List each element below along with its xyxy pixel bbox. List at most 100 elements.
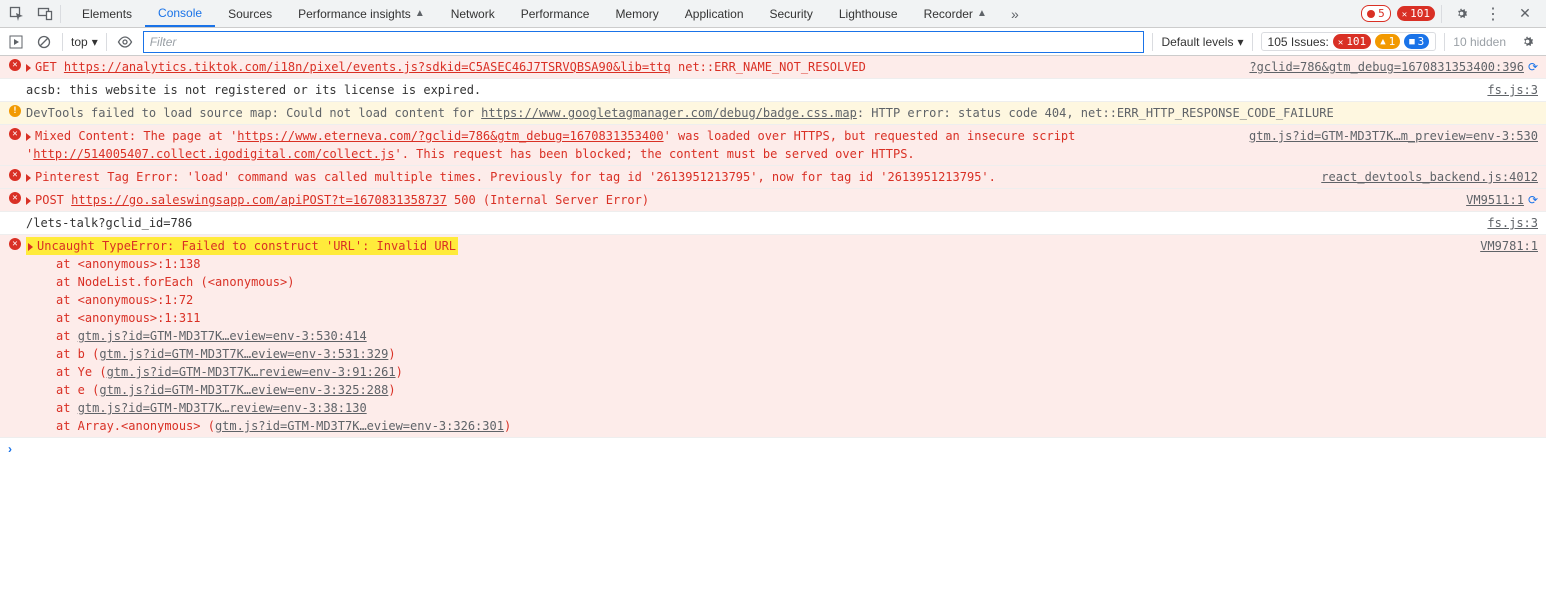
context-selector[interactable]: top ▾ bbox=[71, 35, 98, 49]
goto-icon[interactable]: ⟳ bbox=[1528, 193, 1538, 207]
filter-input[interactable] bbox=[143, 31, 1145, 53]
tab-console[interactable]: Console bbox=[145, 0, 215, 27]
close-icon[interactable]: ✕ bbox=[1512, 1, 1538, 27]
message-text: acsb: this website is not registered or … bbox=[26, 83, 481, 97]
separator bbox=[62, 33, 63, 51]
expand-icon[interactable] bbox=[26, 133, 31, 141]
message-text: GET bbox=[35, 60, 64, 74]
console-toolbar: top ▾ Default levels ▾ 105 Issues: 101 ▲… bbox=[0, 28, 1546, 56]
source-link[interactable]: ?gclid=786&gtm_debug=1670831353400:396 bbox=[1249, 60, 1524, 74]
devtools-tab-bar: ElementsConsoleSourcesPerformance insigh… bbox=[0, 0, 1546, 28]
expand-icon[interactable] bbox=[26, 197, 31, 205]
stack-line: at e (gtm.js?id=GTM-MD3T7K…eview=env-3:3… bbox=[56, 381, 1468, 399]
source-link[interactable]: gtm.js?id=GTM-MD3T7K…m_preview=env-3:530 bbox=[1249, 129, 1538, 143]
console-row-log[interactable]: acsb: this website is not registered or … bbox=[0, 79, 1546, 102]
separator bbox=[1444, 33, 1445, 51]
chevron-down-icon: ▾ bbox=[92, 35, 98, 49]
inspect-icon[interactable] bbox=[4, 1, 30, 27]
source-link[interactable]: react_devtools_backend.js:4012 bbox=[1321, 170, 1538, 184]
error-icon: ✕ bbox=[9, 238, 21, 250]
message-text: 500 (Internal Server Error) bbox=[447, 193, 649, 207]
stack-source-link[interactable]: gtm.js?id=GTM-MD3T7K…review=env-3:38:130 bbox=[78, 401, 367, 415]
issues-error-badge: 101 bbox=[1333, 34, 1371, 49]
stack-source-link[interactable]: gtm.js?id=GTM-MD3T7K…eview=env-3:531:329 bbox=[99, 347, 388, 361]
log-levels-selector[interactable]: Default levels ▾ bbox=[1161, 35, 1243, 49]
message-text: '. This request has been blocked; the co… bbox=[394, 147, 914, 161]
tab-sources[interactable]: Sources bbox=[215, 0, 285, 27]
message-text: DevTools failed to load source map: Coul… bbox=[26, 106, 481, 120]
message-text: http://514005407.collect.igodigital.com/… bbox=[33, 147, 394, 161]
log-levels-label: Default levels bbox=[1161, 35, 1233, 49]
console-row-warn[interactable]: ! DevTools failed to load source map: Cou… bbox=[0, 102, 1546, 125]
prompt-chevron-icon: › bbox=[8, 442, 12, 456]
separator bbox=[1152, 33, 1153, 51]
source-link[interactable]: fs.js:3 bbox=[1487, 216, 1538, 230]
issues-label: 105 Issues: bbox=[1268, 35, 1329, 49]
stack-source-link[interactable]: gtm.js?id=GTM-MD3T7K…eview=env-3:325:288 bbox=[99, 383, 388, 397]
console-row-error[interactable]: ✕ Uncaught TypeError: Failed to construc… bbox=[0, 235, 1546, 438]
tab-application[interactable]: Application bbox=[672, 0, 757, 27]
stack-line: at <anonymous>:1:311 bbox=[56, 309, 1468, 327]
device-toggle-icon[interactable] bbox=[32, 1, 58, 27]
console-output: ✕GET https://analytics.tiktok.com/i18n/p… bbox=[0, 56, 1546, 235]
message-text: https://go.saleswingsapp.com/apiPOST?t=1… bbox=[71, 193, 447, 207]
warning-icon: ! bbox=[9, 105, 21, 117]
goto-icon[interactable]: ⟳ bbox=[1528, 60, 1538, 74]
stack-line: at Ye (gtm.js?id=GTM-MD3T7K…review=env-3… bbox=[56, 363, 1468, 381]
more-tabs-icon[interactable]: » bbox=[1002, 1, 1028, 27]
clear-console-icon[interactable] bbox=[34, 29, 54, 55]
execute-icon[interactable] bbox=[6, 29, 26, 55]
console-prompt[interactable]: › bbox=[0, 438, 1546, 460]
tab-elements[interactable]: Elements bbox=[69, 0, 145, 27]
source-link[interactable]: VM9511:1 bbox=[1466, 193, 1524, 207]
message-text: https://www.eterneva.com/?gclid=786&gtm_… bbox=[237, 129, 663, 143]
stack-line: at NodeList.forEach (<anonymous>) bbox=[56, 273, 1468, 291]
hidden-count[interactable]: 10 hidden bbox=[1453, 35, 1506, 49]
error-message: Uncaught TypeError: Failed to construct … bbox=[37, 239, 456, 253]
error-icon: ✕ bbox=[9, 59, 21, 71]
stack-line: at <anonymous>:1:72 bbox=[56, 291, 1468, 309]
console-row-error[interactable]: ✕Pinterest Tag Error: 'load' command was… bbox=[0, 166, 1546, 189]
expand-icon[interactable] bbox=[26, 174, 31, 182]
expand-icon[interactable] bbox=[28, 243, 33, 251]
message-text: Mixed Content: The page at ' bbox=[35, 129, 237, 143]
tab-performance-insights[interactable]: Performance insights▲ bbox=[285, 0, 438, 27]
console-row-log[interactable]: /lets-talk?gclid_id=786 fs.js:3 bbox=[0, 212, 1546, 235]
settings-icon[interactable] bbox=[1448, 1, 1474, 27]
separator bbox=[106, 33, 107, 51]
error-count-fill-badge[interactable]: 101 bbox=[1397, 6, 1435, 21]
error-icon: ✕ bbox=[9, 169, 21, 181]
tab-memory[interactable]: Memory bbox=[602, 0, 671, 27]
tab-security[interactable]: Security bbox=[757, 0, 826, 27]
separator bbox=[1252, 33, 1253, 51]
issues-button[interactable]: 105 Issues: 101 ▲1 ■3 bbox=[1261, 32, 1437, 51]
error-count-outline-badge[interactable]: 5 bbox=[1361, 5, 1391, 22]
stack-line: at gtm.js?id=GTM-MD3T7K…review=env-3:38:… bbox=[56, 399, 1468, 417]
kebab-menu-icon[interactable]: ⋮ bbox=[1480, 1, 1506, 27]
source-link[interactable]: fs.js:3 bbox=[1487, 83, 1538, 97]
error-icon: ✕ bbox=[9, 128, 21, 140]
issues-info-badge: ■3 bbox=[1404, 34, 1429, 49]
tab-network[interactable]: Network bbox=[438, 0, 508, 27]
tab-lighthouse[interactable]: Lighthouse bbox=[826, 0, 911, 27]
eye-icon[interactable] bbox=[115, 29, 135, 55]
separator bbox=[60, 5, 61, 23]
stack-line: at Array.<anonymous> (gtm.js?id=GTM-MD3T… bbox=[56, 417, 1468, 435]
console-settings-icon[interactable] bbox=[1514, 29, 1540, 55]
error-icon: ✕ bbox=[9, 192, 21, 204]
expand-icon[interactable] bbox=[26, 64, 31, 72]
console-row-error[interactable]: ✕POST https://go.saleswingsapp.com/apiPO… bbox=[0, 189, 1546, 212]
stack-source-link[interactable]: gtm.js?id=GTM-MD3T7K…review=env-3:91:261 bbox=[107, 365, 396, 379]
message-text: /lets-talk?gclid_id=786 bbox=[26, 216, 192, 230]
tab-performance[interactable]: Performance bbox=[508, 0, 603, 27]
stack-source-link[interactable]: gtm.js?id=GTM-MD3T7K…eview=env-3:530:414 bbox=[78, 329, 367, 343]
stack-source-link[interactable]: gtm.js?id=GTM-MD3T7K…eview=env-3:326:301 bbox=[215, 419, 504, 433]
issues-warn-badge: ▲1 bbox=[1375, 34, 1400, 49]
tab-recorder[interactable]: Recorder▲ bbox=[911, 0, 1000, 27]
source-link[interactable]: VM9781:1 bbox=[1480, 239, 1538, 253]
message-text: : HTTP error: status code 404, net::ERR_… bbox=[857, 106, 1334, 120]
console-row-error[interactable]: ✕ Mixed Content: The page at 'https://www… bbox=[0, 125, 1546, 166]
console-row-error[interactable]: ✕GET https://analytics.tiktok.com/i18n/p… bbox=[0, 56, 1546, 79]
message-text: net::ERR_NAME_NOT_RESOLVED bbox=[671, 60, 866, 74]
stack-line: at b (gtm.js?id=GTM-MD3T7K…eview=env-3:5… bbox=[56, 345, 1468, 363]
